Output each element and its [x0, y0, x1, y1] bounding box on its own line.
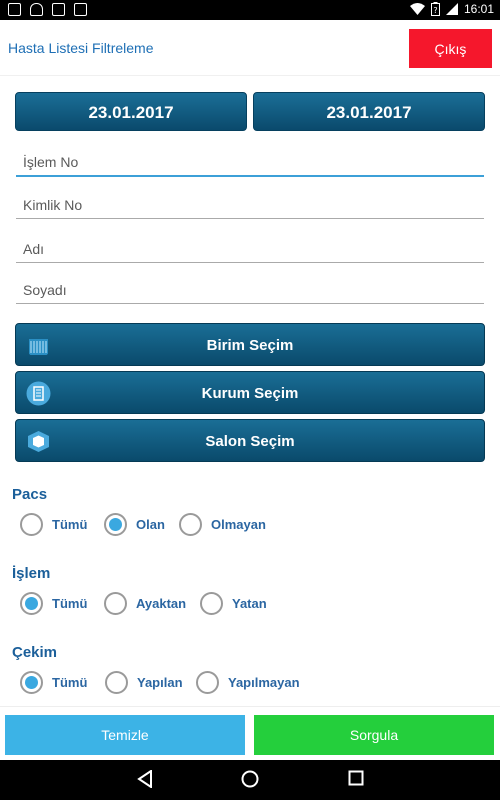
radio-circle [104, 592, 127, 615]
birim-secim-label: Birim Seçim [206, 337, 294, 354]
system-status: ? 16:01 [409, 2, 494, 16]
kurum-secim-button[interactable]: Kurum Seçim [15, 371, 485, 414]
pacs-option-olmayan[interactable]: Olmayan [179, 513, 266, 536]
android-notification-icon [30, 3, 43, 16]
cekim-option-yapilmayan[interactable]: Yapılmayan [196, 671, 300, 694]
radio-label: Olan [136, 517, 165, 532]
clear-button[interactable]: Temizle [5, 715, 245, 755]
query-button[interactable]: Sorgula [254, 715, 494, 755]
pacs-option-olan[interactable]: Olan [104, 513, 165, 536]
radio-circle [196, 671, 219, 694]
islem-no-field[interactable]: İşlem No [16, 147, 484, 177]
radio-circle [20, 671, 43, 694]
signal-icon [445, 3, 458, 15]
download-notification-icon [74, 3, 87, 16]
islem-option-ayaktan[interactable]: Ayaktan [104, 592, 186, 615]
notification-icons [8, 3, 87, 16]
cekim-option-yapilan[interactable]: Yapılan [105, 671, 183, 694]
start-date-button[interactable]: 23.01.2017 [15, 92, 247, 131]
status-bar: ? 16:01 [0, 0, 500, 20]
radio-circle [200, 592, 223, 615]
building-columns-icon [29, 339, 48, 355]
svg-text:?: ? [433, 6, 437, 15]
adi-field[interactable]: Adı [16, 233, 484, 263]
kimlik-no-placeholder: Kimlik No [23, 197, 83, 213]
pacs-option-tumu[interactable]: Tümü [20, 513, 87, 536]
radio-circle [179, 513, 202, 536]
adi-placeholder: Adı [23, 241, 45, 257]
end-date-button[interactable]: 23.01.2017 [253, 92, 485, 131]
salon-secim-label: Salon Seçim [205, 433, 295, 450]
radio-label: Yapılmayan [228, 675, 300, 690]
image-notification-icon [8, 3, 21, 16]
radio-circle [105, 671, 128, 694]
photo-notification-icon [52, 3, 65, 16]
soyadi-field[interactable]: Soyadı [16, 274, 484, 304]
radio-circle [20, 592, 43, 615]
pacs-title: Pacs [12, 486, 48, 503]
recent-apps-icon[interactable] [348, 770, 364, 786]
radio-label: Olmayan [211, 517, 266, 532]
islem-option-tumu[interactable]: Tümü [20, 592, 87, 615]
kurum-secim-label: Kurum Seçim [201, 385, 299, 402]
page-title: Hasta Listesi Filtreleme [8, 40, 154, 56]
birim-secim-button[interactable]: Birim Seçim [15, 323, 485, 366]
exit-button[interactable]: Çıkış [409, 29, 492, 68]
wifi-icon [409, 3, 425, 15]
office-building-icon [26, 381, 51, 406]
radio-label: Tümü [52, 675, 88, 690]
radio-label: Yatan [232, 596, 267, 611]
app-bar: Hasta Listesi Filtreleme Çıkış [0, 20, 500, 76]
battery-icon: ? [430, 2, 440, 16]
back-icon[interactable] [137, 770, 153, 788]
cekim-title: Çekim [12, 644, 58, 661]
radio-label: Yapılan [137, 675, 183, 690]
navigation-bar [0, 760, 500, 800]
radio-circle [104, 513, 127, 536]
home-icon[interactable] [241, 770, 259, 788]
islem-no-placeholder: İşlem No [23, 154, 79, 170]
radio-label: Ayaktan [136, 596, 187, 611]
cube-room-icon [28, 431, 49, 452]
kimlik-no-field[interactable]: Kimlik No [16, 189, 484, 219]
cekim-option-tumu[interactable]: Tümü [20, 671, 87, 694]
soyadi-placeholder: Soyadı [23, 282, 67, 298]
radio-circle [20, 513, 43, 536]
salon-secim-button[interactable]: Salon Seçim [15, 419, 485, 462]
radio-label: Tümü [52, 596, 88, 611]
radio-label: Tümü [52, 517, 88, 532]
islem-title: İşlem [12, 565, 51, 582]
islem-option-yatan[interactable]: Yatan [200, 592, 267, 615]
action-bar: Temizle Sorgula [0, 706, 500, 761]
clock: 16:01 [463, 2, 494, 16]
